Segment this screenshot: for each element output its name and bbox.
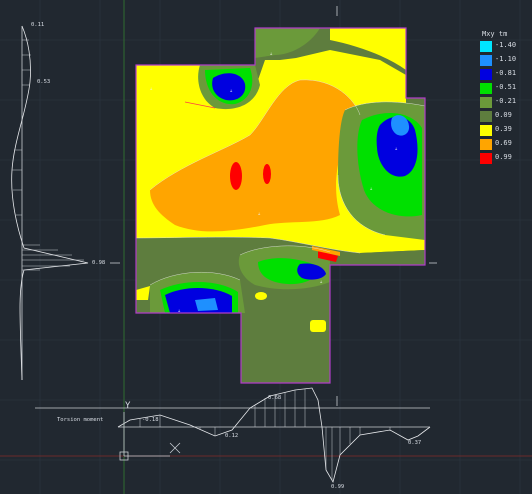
torsion-moment-title: Torsion moment bbox=[57, 417, 104, 423]
left-profile-top-value: 0.11 bbox=[31, 22, 45, 28]
legend-value: 0.39 bbox=[495, 125, 512, 133]
legend-row: 0.09 bbox=[478, 110, 528, 124]
color-legend: Mxy tm -1.40 -1.10 -0.81 -0.51 -0.21 0.0… bbox=[478, 30, 528, 175]
legend-row: -1.40 bbox=[478, 40, 528, 54]
legend-title: Mxy tm bbox=[482, 30, 508, 38]
legend-row: -0.21 bbox=[478, 96, 528, 110]
bottom-profile-left-value: -0.18 bbox=[142, 417, 159, 423]
legend-swatch bbox=[480, 83, 492, 94]
legend-row: -0.81 bbox=[478, 68, 528, 82]
legend-swatch bbox=[480, 97, 492, 108]
legend-value: -0.21 bbox=[495, 97, 517, 105]
legend-value: 0.69 bbox=[495, 139, 512, 147]
legend-value: -1.40 bbox=[495, 41, 517, 49]
ucs-y-label: Y bbox=[125, 401, 131, 411]
bottom-profile-peak-value: 0.68 bbox=[268, 395, 282, 401]
legend-swatch bbox=[480, 111, 492, 122]
legend-value: -0.51 bbox=[495, 83, 517, 91]
legend-value: 0.99 bbox=[495, 153, 512, 161]
legend-swatch bbox=[480, 55, 492, 66]
left-profile-peak-value: 0.98 bbox=[92, 260, 106, 266]
bottom-profile-dip-value: 0.12 bbox=[225, 433, 239, 439]
bottom-profile-right-value: 0.37 bbox=[408, 440, 422, 446]
legend-row: 0.99 bbox=[478, 152, 528, 166]
legend-row: -0.51 bbox=[478, 82, 528, 96]
drawing-viewport[interactable]: ⊥ ⊥ ⊥ ⊥ ⊥ ⊥ ⊥ ⊥ Y 0.11 0.53 0.98 Torsion… bbox=[0, 0, 532, 494]
legend-row: 0.69 bbox=[478, 138, 528, 152]
legend-swatch bbox=[480, 153, 492, 164]
legend-row: 0.39 bbox=[478, 124, 528, 138]
legend-swatch bbox=[480, 41, 492, 52]
legend-row: -1.10 bbox=[478, 54, 528, 68]
legend-swatch bbox=[480, 139, 492, 150]
left-profile-mid-value: 0.53 bbox=[37, 79, 51, 85]
legend-value: 0.09 bbox=[495, 111, 512, 119]
legend-swatch bbox=[480, 125, 492, 136]
legend-swatch bbox=[480, 69, 492, 80]
legend-value: -0.81 bbox=[495, 69, 517, 77]
bottom-profile-min-value: 0.99 bbox=[331, 484, 345, 490]
legend-value: -1.10 bbox=[495, 55, 517, 63]
